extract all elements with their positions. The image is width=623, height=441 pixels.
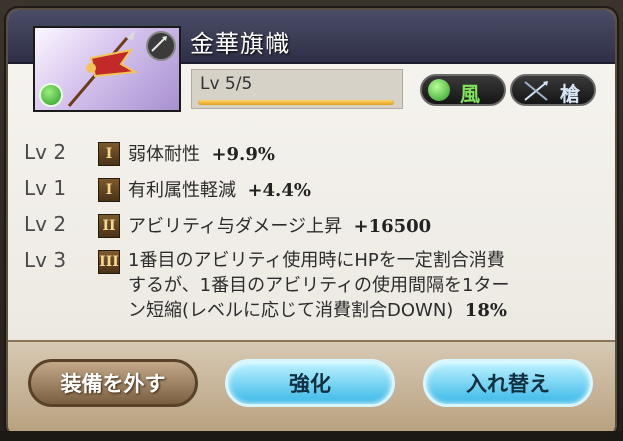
weapon-thumbnail: [33, 26, 181, 112]
level-text: Lv 5/5: [200, 74, 253, 94]
crossed-spears-icon: [524, 81, 548, 101]
skill-level: Lv 2: [24, 140, 67, 164]
skill-text: 有利属性軽減 +4.4%: [128, 176, 311, 202]
level-progress-bar: [198, 100, 394, 105]
element-badge: 風: [420, 74, 506, 106]
spear-type-icon: [146, 31, 176, 61]
skill-description-text: ン短縮(レベルに応じて消費割合DOWN): [128, 300, 454, 321]
bottom-strip: [0, 431, 623, 441]
skill-description: 1番目のアビリティ使用時にHPを一定割合消費 するが、1番目のアビリティの使用間…: [128, 248, 608, 323]
skill-value: 18%: [464, 300, 507, 321]
skill-name: 弱体耐性: [128, 144, 200, 165]
weapon-type-badge: 槍: [510, 74, 596, 106]
unequip-button[interactable]: 装備を外す: [28, 359, 198, 407]
skill-name: 有利属性軽減: [128, 180, 236, 201]
swap-button[interactable]: 入れ替え: [423, 359, 593, 407]
skill-rank-badge: I: [98, 178, 120, 202]
skill-row: Lv 3 III 1番目のアビリティ使用時にHPを一定割合消費 するが、1番目の…: [24, 248, 604, 328]
skill-row: Lv 2 II アビリティ与ダメージ上昇 +16500: [24, 212, 604, 242]
element-label: 風: [460, 82, 480, 106]
weapon-name: 金華旗幟: [190, 30, 290, 58]
skill-rank-badge: III: [98, 250, 120, 274]
skill-description-line: ン短縮(レベルに応じて消費割合DOWN) 18%: [128, 298, 608, 323]
skill-description-line: 1番目のアビリティ使用時にHPを一定割合消費: [128, 250, 505, 271]
wind-orb-icon: [428, 79, 450, 101]
skill-value: +4.4%: [247, 180, 311, 201]
weapon-detail-panel: 金華旗幟 Lv 5/5 風 槍 Lv 2 I 弱体耐性 +9.9% Lv 1 I…: [8, 10, 615, 435]
skill-value: +9.9%: [211, 144, 275, 165]
action-bar: 装備を外す 強化 入れ替え: [8, 340, 615, 435]
skill-text: アビリティ与ダメージ上昇 +16500: [128, 212, 431, 238]
skill-text: 弱体耐性 +9.9%: [128, 140, 275, 166]
skill-row: Lv 2 I 弱体耐性 +9.9%: [24, 140, 604, 170]
skill-row: Lv 1 I 有利属性軽減 +4.4%: [24, 176, 604, 206]
skill-rank-badge: II: [98, 214, 120, 238]
weapon-type-label: 槍: [560, 82, 580, 106]
upgrade-button[interactable]: 強化: [225, 359, 395, 407]
skill-description-line: するが、1番目のアビリティの使用間隔を1ター: [128, 275, 510, 296]
skill-level: Lv 1: [24, 176, 67, 200]
level-progress-fill: [198, 100, 394, 105]
skill-level: Lv 2: [24, 212, 67, 236]
wind-element-icon: [39, 83, 63, 107]
skill-value: +16500: [353, 216, 432, 237]
skill-level: Lv 3: [24, 248, 67, 272]
level-indicator: Lv 5/5: [191, 69, 403, 109]
skill-rank-badge: I: [98, 142, 120, 166]
skill-name: アビリティ与ダメージ上昇: [128, 216, 343, 237]
